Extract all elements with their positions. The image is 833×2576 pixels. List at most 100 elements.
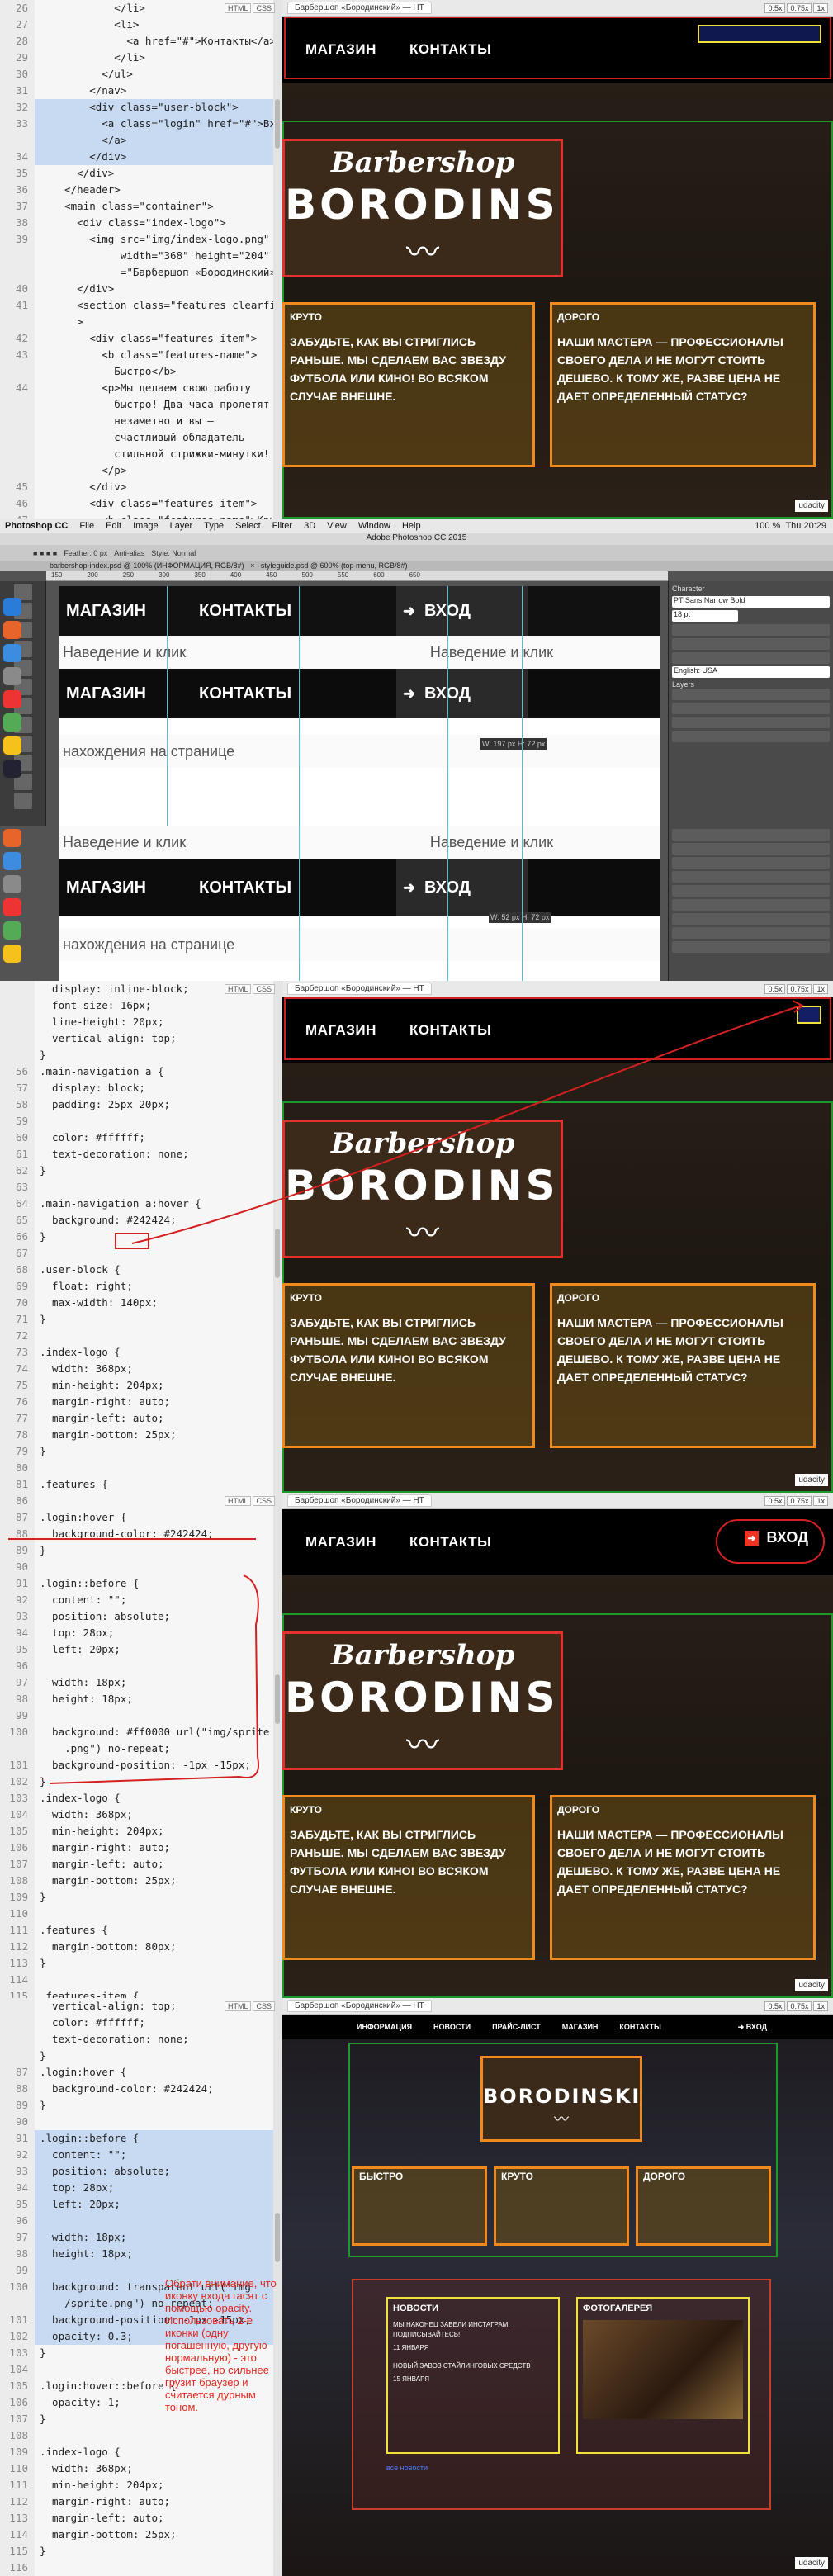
browser-tab[interactable]: Барбершоп «Бородинский» — HT [287,2000,432,2012]
browser-tab[interactable]: Барбершоп «Бородинский» — HT [287,1494,432,1507]
code-line[interactable]: 93 position: absolute; [0,2163,282,2180]
code-line[interactable]: 95 left: 20px; [0,2196,282,2213]
nav-shop[interactable]: МАГАЗИН [562,2023,599,2031]
menu-view[interactable]: View [327,521,347,531]
lang-field[interactable]: English: USA [672,666,830,678]
nav-price[interactable]: ПРАЙС-ЛИСТ [492,2023,541,2031]
code-line[interactable]: 43 <b class="features-name"> [0,347,282,363]
login-link[interactable]: ➜ ВХОД [738,2023,767,2032]
code-line[interactable]: 96 [0,2213,282,2229]
editor-scrollbar[interactable] [273,0,282,519]
code-line[interactable]: 108 [0,2427,282,2444]
code-line[interactable]: 46 <div class="features-item"> [0,495,282,512]
doc-tab-2[interactable]: styleguide.psd @ 600% (top menu, RGB/8#) [261,561,408,570]
font-name-field[interactable]: PT Sans Narrow Bold [672,596,830,608]
code-line[interactable]: 94 top: 28px; [0,2180,282,2196]
code-line[interactable]: 107} [0,2411,282,2427]
code-line[interactable]: 35 </div> [0,165,282,182]
code-line[interactable]: 32 <div class="user-block"> [0,99,282,116]
code-line[interactable]: 99 [0,2262,282,2279]
code-line[interactable]: 39 <img src="img/index-logo.png" [0,231,282,248]
code-line[interactable]: 41 <section class="features clearfix" [0,297,282,314]
nav-news[interactable]: НОВОСТИ [433,2023,471,2031]
code-line[interactable]: 115} [0,2543,282,2559]
code-line[interactable]: 33 <a class="login" href="#">Вход [0,116,282,132]
code-line[interactable]: 97 width: 18px; [0,2229,282,2246]
menu-3d[interactable]: 3D [304,521,315,531]
code-line[interactable]: 91 .login::before { [0,2130,282,2147]
tab-css[interactable]: CSS [253,1496,275,1506]
code-line[interactable]: </p> [0,462,282,479]
code-line[interactable]: 42 <div class="features-item"> [0,330,282,347]
nav-info[interactable]: ИНФОРМАЦИЯ [357,2023,412,2031]
code-line[interactable]: 27 <li> [0,17,282,33]
size-050[interactable]: 0.5x [764,2,786,13]
news-item[interactable]: НОВЫЙ ЗАВОЗ СТАЙЛИНГОВЫХ СРЕДСТВ [393,2361,553,2371]
size-1[interactable]: 1x [813,2,828,13]
code-line[interactable]: text-decoration: none; [0,2031,282,2048]
code-line[interactable]: счастливый обладатель [0,429,282,446]
code-line[interactable]: быстро! Два часа пролетят [0,396,282,413]
nav-contacts[interactable]: КОНТАКТЫ [409,1534,491,1551]
code-line[interactable]: width="368" height="204" alt [0,248,282,264]
menu-filter[interactable]: Filter [272,521,292,531]
menu-edit[interactable]: Edit [106,521,121,531]
code-line[interactable]: 113 margin-left: auto; [0,2510,282,2526]
code-line[interactable]: Быстро</b> [0,363,282,380]
code-line[interactable]: 31 </nav> [0,83,282,99]
font-size-field[interactable]: 18 pt [672,610,738,622]
tab-html[interactable]: HTML [224,2001,252,2011]
code-line[interactable]: </a> [0,132,282,149]
mac-dock[interactable] [3,598,21,783]
code-line[interactable]: 90 [0,2114,282,2130]
code-line[interactable]: 87 .login:hover { [0,2064,282,2081]
code-line[interactable]: 44 <p>Мы делаем свою работу [0,380,282,396]
code-line[interactable]: 109 .index-logo { [0,2444,282,2460]
menu-select[interactable]: Select [235,521,261,531]
code-line[interactable]: 92 content: ""; [0,2147,282,2163]
code-line[interactable]: 114 margin-bottom: 25px; [0,2526,282,2543]
ps-canvas[interactable]: Наведение и клик Наведение и клик МАГАЗИН… [59,826,660,981]
code-line[interactable]: 89} [0,2097,282,2114]
code-line[interactable]: 88 background-color: #242424; [0,2081,282,2097]
code-line[interactable]: color: #ffffff; [0,2015,282,2031]
code-line[interactable]: ="Барбершоп «Бородинский»"> [0,264,282,281]
menu-layer[interactable]: Layer [170,521,193,531]
code-line[interactable]: 47 <b class="features-name">Круто [0,512,282,519]
tab-html[interactable]: HTML [224,3,252,13]
nav-shop[interactable]: МАГАЗИН [305,41,376,58]
menu-file[interactable]: File [79,521,94,531]
code-line[interactable]: незаметно и вы — [0,413,282,429]
code-line[interactable]: 29 </li> [0,50,282,66]
nav-shop[interactable]: МАГАЗИН [305,1534,376,1551]
tab-css[interactable]: CSS [253,2001,275,2011]
character-panel[interactable] [668,826,833,981]
tab-html[interactable]: HTML [224,984,252,994]
code-line[interactable]: 111 min-height: 204px; [0,2477,282,2493]
nav-contacts[interactable]: КОНТАКТЫ [619,2023,660,2031]
code-line[interactable]: 110 width: 368px; [0,2460,282,2477]
character-panel[interactable]: Character PT Sans Narrow Bold 18 pt Engl… [668,581,833,826]
code-line[interactable]: 112 margin-right: auto; [0,2493,282,2510]
ps-canvas[interactable]: МАГАЗИНКОНТАКТЫВХОД Наведение и кликНаве… [59,586,660,826]
news-item[interactable]: МЫ НАКОНЕЦ ЗАВЕЛИ ИНСТАГРАМ, ПОДПИСЫВАЙТ… [393,2320,553,2340]
menu-window[interactable]: Window [358,521,390,531]
tab-html[interactable]: HTML [224,1496,252,1506]
menu-type[interactable]: Type [204,521,224,531]
code-line[interactable]: 36 </header> [0,182,282,198]
code-line[interactable]: 38 <div class="index-logo"> [0,215,282,231]
browser-tab[interactable]: Барбершоп «Бородинский» — HT [287,2,432,14]
doc-tab[interactable]: barbershop-index.psd @ 100% (ИНФОРМАЦИЯ,… [50,561,244,570]
code-line[interactable]: 116 [0,2559,282,2576]
menu-help[interactable]: Help [402,521,421,531]
menu-image[interactable]: Image [133,521,159,531]
mac-dock[interactable] [3,829,21,968]
menu-app[interactable]: Photoshop CC [5,521,68,531]
tab-css[interactable]: CSS [253,984,275,994]
code-line[interactable]: 40 </div> [0,281,282,297]
code-line[interactable]: 34 </div> [0,149,282,165]
code-line[interactable]: 98 height: 18px; [0,2246,282,2262]
code-line[interactable]: 28 <a href="#">Контакты</a> [0,33,282,50]
code-line[interactable]: 37 <main class="container"> [0,198,282,215]
code-editor-html[interactable]: HTML CSS 26 </li> 27 <li> 28 <a href="#">Ко… [0,0,282,519]
